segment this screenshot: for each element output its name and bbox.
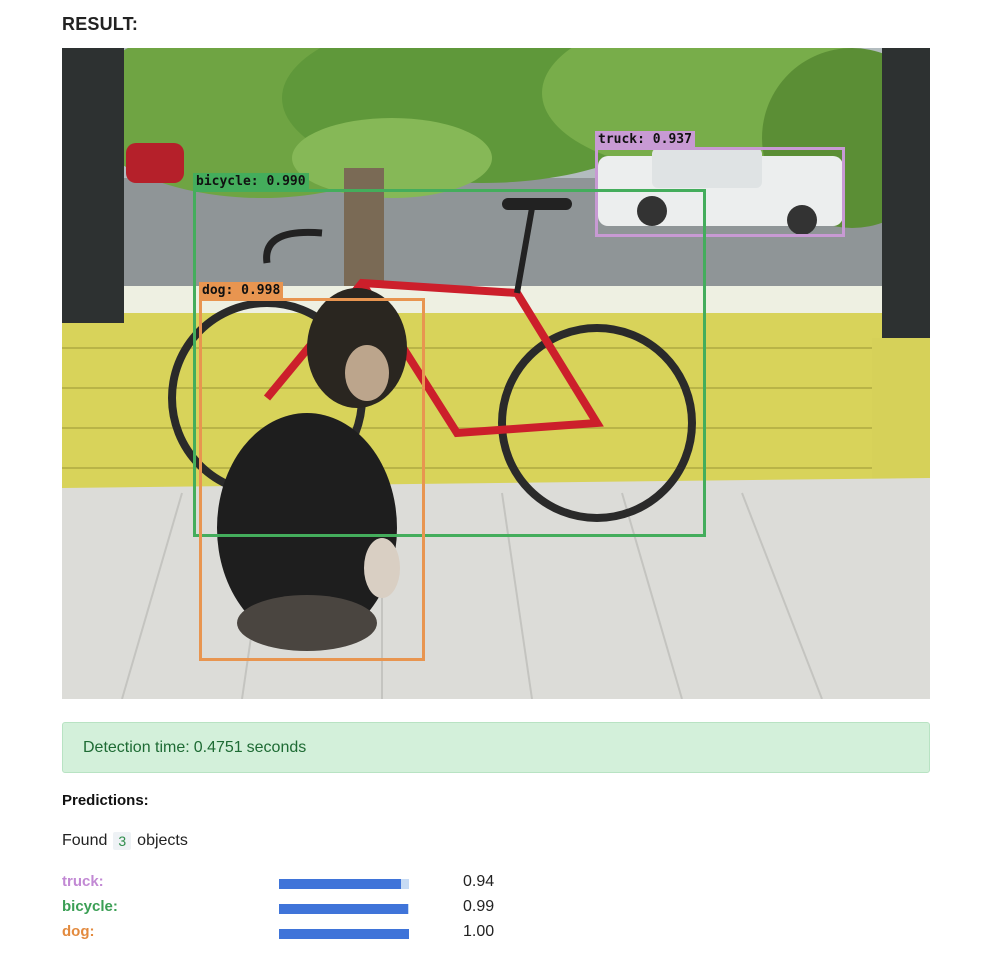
confidence-bar (279, 879, 409, 889)
confidence-bar (279, 929, 409, 939)
prediction-row-dog: dog: 1.00 (62, 921, 582, 946)
result-page: RESULT: truck: 0.937 bicycle: 0.990 dog:… (0, 0, 996, 965)
prediction-name: dog: (62, 923, 95, 940)
prediction-score: 0.94 (463, 873, 495, 890)
detection-label-bicycle: bicycle: 0.990 (193, 173, 309, 190)
prediction-row-truck: truck: 0.94 (62, 871, 582, 896)
found-summary: Found 3 objects (62, 832, 188, 850)
confidence-bar (279, 904, 409, 914)
predictions-list: truck: 0.94 bicycle: 0.99 dog: 1.00 (62, 871, 582, 946)
confidence-bar-fill (279, 904, 408, 914)
prediction-row-bicycle: bicycle: 0.99 (62, 896, 582, 921)
object-count-badge: 3 (113, 832, 132, 850)
prediction-score: 0.99 (463, 898, 495, 915)
detection-time-label: Detection time: (83, 738, 190, 756)
detection-label-truck: truck: 0.937 (595, 131, 695, 148)
found-prefix: Found (62, 832, 108, 849)
detection-time-alert: Detection time: 0.4751 seconds (62, 722, 930, 773)
found-suffix: objects (137, 832, 188, 849)
confidence-bar-fill (279, 879, 402, 889)
result-heading: RESULT: (62, 14, 139, 34)
detection-image: truck: 0.937 bicycle: 0.990 dog: 0.998 (62, 48, 930, 699)
detection-label-dog: dog: 0.998 (199, 282, 284, 299)
detection-time-unit: seconds (246, 738, 307, 756)
predictions-heading: Predictions: (62, 792, 149, 809)
detection-time-value: 0.4751 (193, 738, 243, 756)
confidence-bar-fill (279, 929, 409, 939)
prediction-name: truck: (62, 873, 104, 890)
prediction-name: bicycle: (62, 898, 118, 915)
detection-box-dog: dog: 0.998 (199, 282, 425, 661)
prediction-score: 1.00 (463, 923, 495, 940)
